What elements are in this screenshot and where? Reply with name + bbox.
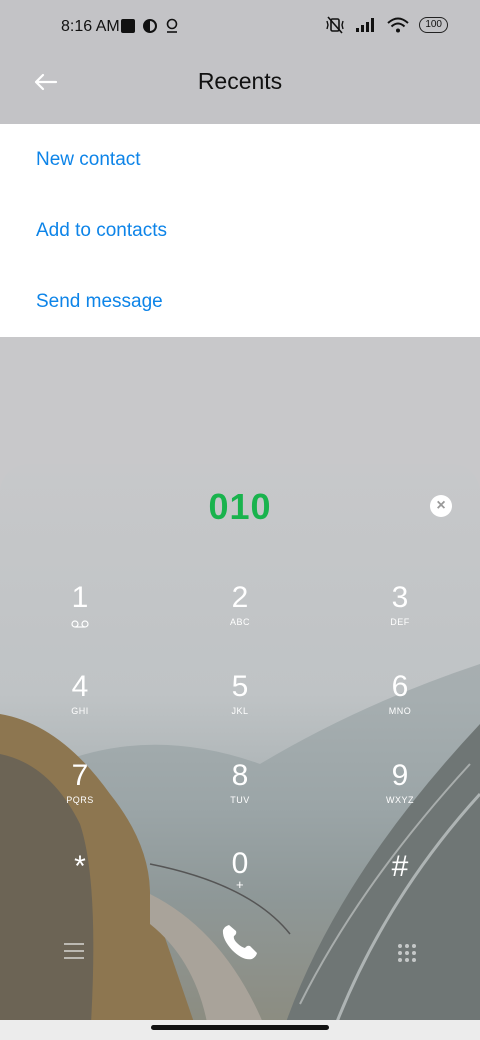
key-star[interactable]: * bbox=[20, 850, 140, 930]
key-letters: MNO bbox=[388, 706, 412, 716]
battery-indicator: 100 bbox=[419, 17, 448, 33]
key-7[interactable]: 7 PQRS bbox=[20, 759, 140, 839]
key-letters: TUV bbox=[230, 795, 250, 805]
key-digit: 3 bbox=[391, 581, 409, 614]
dialer-panel: 010 × 1 2 ABC 3 DEF 4 GHI 5 JKL 6 MNO 7 … bbox=[0, 464, 480, 1040]
notification-icons bbox=[121, 18, 179, 34]
key-1[interactable]: 1 bbox=[20, 581, 140, 661]
app-header: Recents bbox=[0, 56, 480, 124]
vibrate-icon bbox=[326, 16, 344, 34]
data-saver-icon bbox=[143, 19, 157, 33]
app-notification-icon bbox=[121, 19, 135, 33]
key-9[interactable]: 9 WXYZ bbox=[340, 759, 460, 839]
key-digit: * bbox=[74, 850, 86, 883]
key-letters: ABC bbox=[229, 617, 250, 627]
key-digit: 8 bbox=[231, 759, 249, 792]
key-digit: 2 bbox=[231, 581, 249, 614]
location-icon bbox=[166, 18, 178, 33]
new-contact-option[interactable]: New contact bbox=[0, 124, 480, 195]
key-digit: # bbox=[391, 850, 409, 883]
menu-lines-icon[interactable] bbox=[63, 942, 85, 960]
system-status-icons: 100 bbox=[325, 16, 448, 34]
key-digit: 9 bbox=[391, 759, 409, 792]
signal-icon bbox=[356, 18, 375, 32]
keypad-toggle-icon[interactable] bbox=[396, 942, 418, 964]
status-bar: 8:16 AM 100 bbox=[0, 0, 480, 56]
send-message-option[interactable]: Send message bbox=[0, 266, 480, 337]
call-button[interactable] bbox=[217, 919, 263, 965]
add-to-contacts-option[interactable]: Add to contacts bbox=[0, 195, 480, 266]
key-0[interactable]: 0 + bbox=[180, 847, 300, 927]
key-5[interactable]: 5 JKL bbox=[180, 670, 300, 750]
key-3[interactable]: 3 DEF bbox=[340, 581, 460, 661]
key-digit: 1 bbox=[71, 581, 89, 614]
key-digit: 7 bbox=[71, 759, 89, 792]
key-letters: JKL bbox=[231, 706, 249, 716]
key-letters: GHI bbox=[71, 706, 89, 716]
key-4[interactable]: 4 GHI bbox=[20, 670, 140, 750]
status-time: 8:16 AM bbox=[61, 18, 120, 35]
key-digit: 0 bbox=[231, 847, 249, 880]
key-letters: DEF bbox=[390, 617, 410, 627]
page-title: Recents bbox=[197, 68, 283, 94]
action-menu: New contact Add to contacts Send message bbox=[0, 124, 480, 337]
key-letters: + bbox=[235, 877, 245, 892]
key-hash[interactable]: # bbox=[340, 850, 460, 930]
close-icon: × bbox=[436, 497, 446, 514]
key-digit: 6 bbox=[391, 670, 409, 703]
voicemail-icon bbox=[71, 620, 89, 628]
key-letters: PQRS bbox=[66, 795, 94, 805]
key-letters: WXYZ bbox=[386, 795, 414, 805]
key-6[interactable]: 6 MNO bbox=[340, 670, 460, 750]
key-2[interactable]: 2 ABC bbox=[180, 581, 300, 661]
key-digit: 5 bbox=[231, 670, 249, 703]
clear-input-button[interactable]: × bbox=[430, 495, 452, 517]
key-8[interactable]: 8 TUV bbox=[180, 759, 300, 839]
phone-icon bbox=[222, 925, 257, 960]
home-indicator[interactable] bbox=[151, 1025, 329, 1030]
key-digit: 4 bbox=[71, 670, 89, 703]
dialed-number: 010 bbox=[208, 486, 272, 527]
wifi-icon bbox=[387, 17, 409, 33]
